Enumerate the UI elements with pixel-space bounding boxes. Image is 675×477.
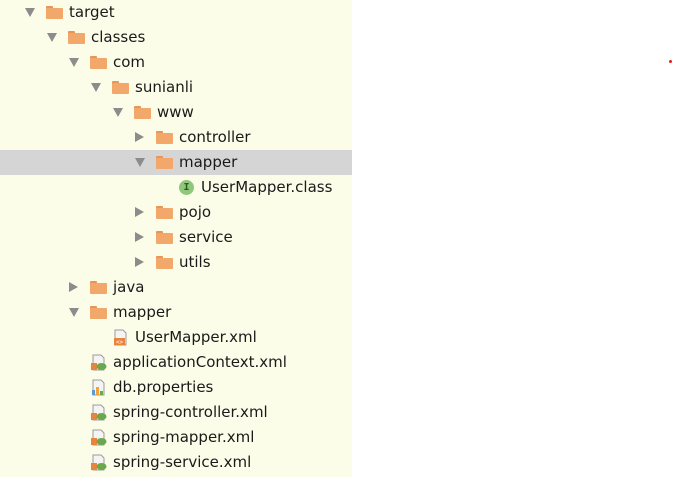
red-marker-dot [669,60,672,63]
expanded-arrow-icon[interactable] [113,108,123,117]
folder-icon [46,6,63,19]
tree-row[interactable]: mapper [0,300,352,325]
tree-row[interactable]: classes [0,25,352,50]
expanded-arrow-icon[interactable] [69,58,79,67]
tree-row[interactable]: spring-service.xml [0,450,352,475]
tree-row[interactable]: applicationContext.xml [0,350,352,375]
collapsed-arrow-icon[interactable] [135,132,144,142]
expanded-arrow-icon[interactable] [47,33,57,42]
tree-item-label: spring-mapper.xml [113,428,255,446]
spring-xml-icon [91,354,107,371]
tree-row[interactable]: controller [0,125,352,150]
tree-item-label: mapper [179,153,238,171]
collapsed-arrow-icon[interactable] [69,282,78,292]
expanded-arrow-icon[interactable] [135,158,145,167]
tree-item-label: db.properties [113,378,214,396]
folder-icon [90,56,107,69]
tree-row[interactable]: db.properties [0,375,352,400]
collapsed-arrow-icon[interactable] [135,207,144,217]
folder-icon [90,281,107,294]
tree-row[interactable]: spring-controller.xml [0,400,352,425]
tree-row[interactable]: com [0,50,352,75]
tree-row[interactable]: I UserMapper.class [0,175,352,200]
folder-icon [156,131,173,144]
expanded-arrow-icon[interactable] [69,308,79,317]
tree-item-label: spring-controller.xml [113,403,268,421]
tree-item-label: mapper [113,303,172,321]
tree-row[interactable]: java [0,275,352,300]
folder-icon [68,31,85,44]
folder-icon [156,256,173,269]
tree-row[interactable]: mapper [0,150,352,175]
expanded-arrow-icon[interactable] [25,8,35,17]
xml-file-icon: <> [114,329,127,346]
folder-icon [112,81,129,94]
spring-xml-icon [91,454,107,471]
tree-item-label: utils [179,253,211,271]
tree-item-label: classes [91,28,146,46]
tree-item-label: spring-service.xml [113,453,252,471]
spring-xml-icon [91,404,107,421]
folder-icon [156,156,173,169]
tree-item-label: UserMapper.xml [135,328,257,346]
expanded-arrow-icon[interactable] [91,83,101,92]
folder-icon [156,206,173,219]
tree-item-label: pojo [179,203,212,221]
tree-row[interactable]: sunianli [0,75,352,100]
tree-row[interactable]: <> UserMapper.xml [0,325,352,350]
properties-file-icon [92,379,105,396]
tree-item-label: java [113,278,145,296]
tree-row[interactable]: www [0,100,352,125]
project-tree-panel: target classes com sunianli www controller map… [0,0,352,477]
interface-icon: I [179,180,194,195]
tree-row[interactable]: utils [0,250,352,275]
spring-xml-icon [91,429,107,446]
tree-item-label: www [157,103,194,121]
tree-item-label: com [113,53,146,71]
folder-icon [156,231,173,244]
tree-item-label: applicationContext.xml [113,353,287,371]
tree-item-label: controller [179,128,251,146]
tree-row[interactable]: target [0,0,352,25]
folder-icon [90,306,107,319]
tree-item-label: sunianli [135,78,194,96]
tree-item-label: UserMapper.class [201,178,333,196]
tree-row[interactable]: pojo [0,200,352,225]
tree-item-label: service [179,228,233,246]
svg-text:<>: <> [116,339,124,346]
tree-item-label: target [69,3,115,21]
folder-icon [134,106,151,119]
collapsed-arrow-icon[interactable] [135,232,144,242]
tree-row[interactable]: spring-mapper.xml [0,425,352,450]
collapsed-arrow-icon[interactable] [135,257,144,267]
tree-row[interactable]: service [0,225,352,250]
